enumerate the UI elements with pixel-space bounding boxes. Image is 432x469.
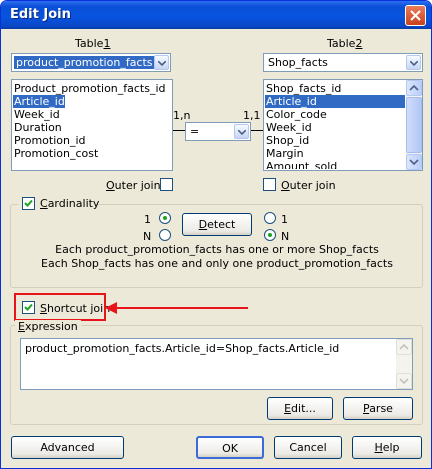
advanced-button[interactable]: Advanced	[11, 436, 124, 459]
join-line-right	[251, 130, 263, 131]
chevron-up-icon	[409, 84, 419, 91]
chevron-down-icon	[409, 159, 419, 166]
table2-column-item[interactable]: Shop_facts_id	[265, 82, 341, 95]
left-cardinality-label: 1,n	[173, 109, 191, 122]
pointer-arrow-icon	[105, 302, 248, 314]
help-button[interactable]: Help	[352, 436, 422, 459]
chevron-up-icon	[399, 343, 409, 350]
join-operator-value: =	[190, 125, 200, 138]
right-cardinality-label: 1,1	[243, 109, 261, 122]
close-icon	[410, 10, 421, 21]
table2-columns-list[interactable]: Shop_facts_id Article_id Color_code Week…	[263, 79, 423, 171]
expression-scrollbar[interactable]	[396, 339, 412, 389]
table2-select-value: Shop_facts	[268, 56, 328, 69]
scroll-up-button[interactable]	[396, 339, 412, 355]
table2-column-item[interactable]: Article_id	[265, 95, 405, 108]
detect-button[interactable]: Detect	[182, 213, 252, 236]
table2-column-item[interactable]: Shop_id	[265, 134, 309, 147]
table2-select[interactable]: Shop_facts	[263, 53, 423, 72]
right-n-label: N	[281, 230, 290, 243]
close-button[interactable]	[405, 5, 426, 26]
left-n-label: N	[143, 230, 152, 243]
cardinality-header: Cardinality	[18, 196, 100, 212]
cardinality-label: Cardinality	[40, 197, 100, 210]
join-operator-select[interactable]: =	[185, 122, 251, 141]
cardinality-description-1: Each product_promotion_facts has one or …	[55, 243, 379, 256]
parse-button[interactable]: Parse	[343, 397, 413, 420]
table2-column-item[interactable]: Color_code	[265, 108, 327, 121]
chevron-down-icon	[399, 378, 409, 385]
cardinality-checkbox[interactable]	[22, 197, 35, 210]
left-one-radio[interactable]	[159, 212, 171, 224]
checkmark-icon	[24, 199, 33, 207]
window-title: Edit Join	[10, 7, 71, 22]
radio-dot	[163, 216, 167, 220]
table1-outer-join-label: Outer join	[106, 179, 161, 192]
right-one-radio[interactable]	[264, 212, 276, 224]
chevron-down-icon[interactable]	[234, 124, 249, 139]
expression-label: Expression	[15, 320, 81, 333]
expression-textarea[interactable]: product_promotion_facts.Article_id=Shop_…	[20, 338, 413, 390]
table2-scrollbar[interactable]	[406, 80, 422, 170]
table1-column-item[interactable]: Product_promotion_facts_id	[13, 82, 166, 95]
table1-select[interactable]: product_promotion_facts	[11, 53, 171, 72]
table2-column-item[interactable]: Amount_sold	[265, 160, 337, 169]
shortcut-join-highlight-box	[14, 293, 106, 321]
table2-column-item[interactable]: Margin	[265, 147, 304, 160]
title-bar: Edit Join	[1, 1, 431, 29]
left-n-radio[interactable]	[159, 229, 171, 241]
scroll-up-button[interactable]	[406, 80, 422, 96]
expression-value: product_promotion_facts.Article_id=Shop_…	[25, 342, 340, 355]
cancel-button[interactable]: Cancel	[274, 436, 342, 459]
table1-outer-join-checkbox[interactable]	[160, 178, 173, 191]
table1-select-value: product_promotion_facts	[14, 56, 155, 69]
chevron-down-icon[interactable]	[154, 55, 169, 70]
table1-column-item[interactable]: Week_id	[13, 108, 60, 121]
table1-column-item[interactable]: Article_id	[13, 95, 65, 108]
left-one-label: 1	[144, 213, 151, 226]
scroll-down-button[interactable]	[396, 373, 412, 389]
cardinality-description-2: Each Shop_facts has one and only one pro…	[41, 257, 393, 270]
table2-column-item[interactable]: Week_id	[265, 121, 312, 134]
join-line-left	[173, 130, 185, 131]
right-one-label: 1	[281, 213, 288, 226]
table1-column-item[interactable]: Duration	[13, 121, 62, 134]
edit-join-dialog: Edit Join Table1 product_promotion_facts…	[0, 0, 432, 469]
edit-button[interactable]: Edit...	[267, 397, 333, 420]
table1-column-item[interactable]: Promotion_id	[13, 134, 86, 147]
table2-outer-join-checkbox[interactable]	[263, 178, 276, 191]
scroll-thumb[interactable]	[406, 97, 422, 153]
scroll-down-button[interactable]	[406, 154, 422, 170]
radio-dot	[268, 233, 272, 237]
table1-columns-list[interactable]: Product_promotion_facts_id Article_id We…	[11, 79, 173, 171]
table2-label: Table2	[327, 37, 363, 50]
table1-column-item[interactable]: Promotion_cost	[13, 147, 98, 160]
table2-outer-join-label: Outer join	[281, 179, 336, 192]
right-n-radio[interactable]	[264, 229, 276, 241]
chevron-down-icon[interactable]	[406, 55, 421, 70]
ok-button[interactable]: OK	[196, 436, 264, 459]
table1-label: Table1	[75, 37, 111, 50]
